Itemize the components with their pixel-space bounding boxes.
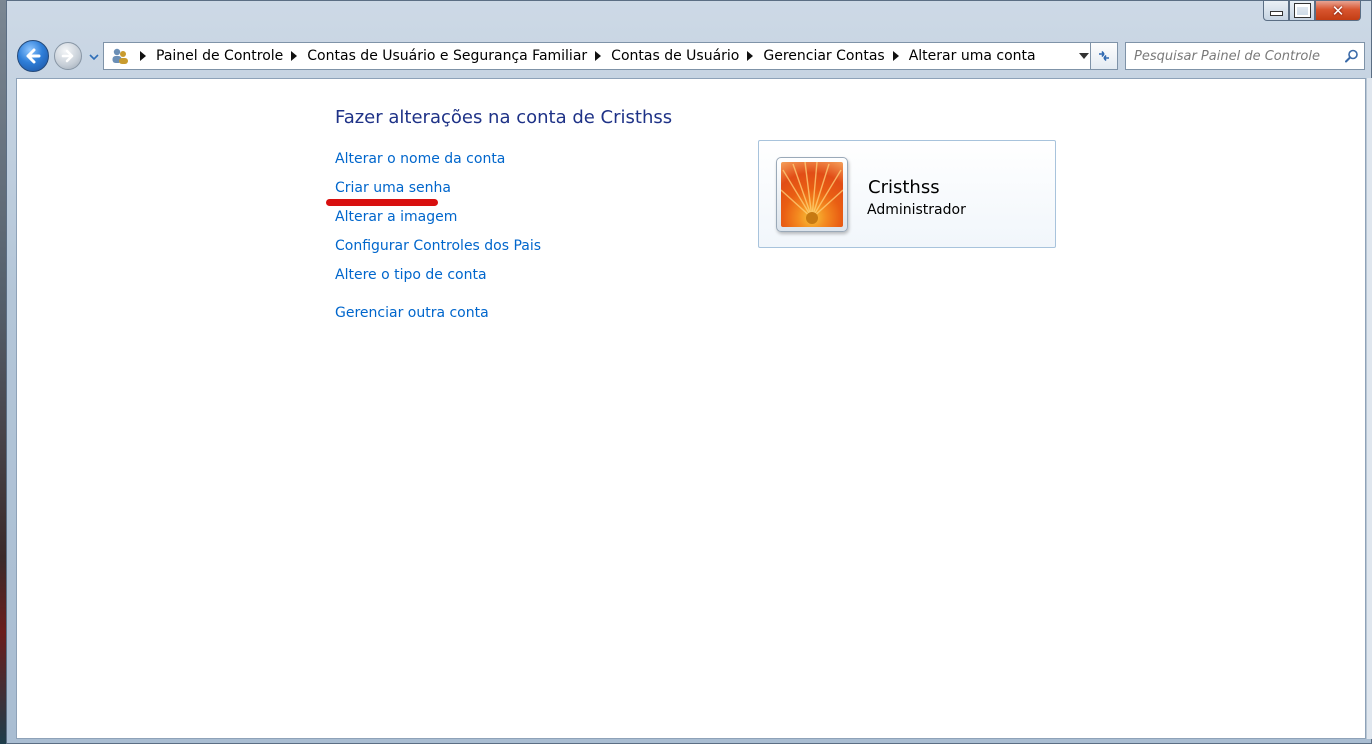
search-icon[interactable] bbox=[1340, 49, 1364, 63]
search-input[interactable] bbox=[1126, 47, 1340, 65]
page-title: Fazer alterações na conta de Cristhss bbox=[335, 107, 673, 128]
navigation-buttons bbox=[17, 40, 107, 72]
right-edge-strip bbox=[1366, 78, 1372, 739]
link-change-account-type[interactable]: Altere o tipo de conta bbox=[335, 265, 541, 294]
account-name: Cristhss bbox=[868, 177, 940, 198]
chevron-down-icon bbox=[1079, 53, 1089, 59]
red-underline-annotation bbox=[326, 199, 438, 206]
users-folder-icon bbox=[108, 44, 132, 68]
maximize-icon bbox=[1294, 4, 1310, 17]
breadcrumb-separator-icon[interactable] bbox=[289, 51, 299, 61]
breadcrumb-separator-icon[interactable] bbox=[745, 51, 755, 61]
breadcrumb: Painel de Controle Contas de Usuário e S… bbox=[132, 48, 1075, 64]
breadcrumb-separator-icon[interactable] bbox=[891, 51, 901, 61]
link-change-account-name[interactable]: Alterar o nome da conta bbox=[335, 149, 541, 178]
control-panel-window: ✕ Painel de Controle Contas de Usuário e… bbox=[6, 0, 1372, 744]
account-card: Cristhss Administrador bbox=[758, 140, 1056, 248]
refresh-button[interactable] bbox=[1090, 42, 1118, 70]
close-button[interactable]: ✕ bbox=[1315, 1, 1361, 21]
chevron-down-icon bbox=[89, 54, 99, 61]
maximize-button[interactable] bbox=[1289, 1, 1315, 21]
minimize-button[interactable] bbox=[1263, 1, 1289, 21]
flower-picture-icon bbox=[781, 162, 843, 227]
back-arrow-icon bbox=[26, 48, 41, 64]
caption-buttons: ✕ bbox=[1263, 1, 1361, 23]
close-icon: ✕ bbox=[1331, 1, 1345, 20]
link-parental-controls[interactable]: Configurar Controles dos Pais bbox=[335, 236, 541, 265]
link-change-picture[interactable]: Alterar a imagem bbox=[335, 207, 541, 236]
breadcrumb-item-alterar-conta[interactable]: Alterar uma conta bbox=[909, 48, 1036, 64]
breadcrumb-item-gerenciar-contas[interactable]: Gerenciar Contas bbox=[763, 48, 884, 64]
breadcrumb-item-contas-seguranca[interactable]: Contas de Usuário e Segurança Familiar bbox=[307, 48, 587, 64]
forward-button[interactable] bbox=[54, 42, 82, 70]
link-manage-another-account[interactable]: Gerenciar outra conta bbox=[335, 303, 541, 332]
breadcrumb-item-painel[interactable]: Painel de Controle bbox=[156, 48, 283, 64]
breadcrumb-separator-icon[interactable] bbox=[138, 51, 148, 61]
breadcrumb-separator-icon[interactable] bbox=[593, 51, 603, 61]
breadcrumb-item-contas-usuario[interactable]: Contas de Usuário bbox=[611, 48, 739, 64]
address-bar[interactable]: Painel de Controle Contas de Usuário e S… bbox=[103, 42, 1094, 70]
search-box bbox=[1125, 42, 1365, 70]
back-button[interactable] bbox=[17, 40, 49, 72]
forward-arrow-icon bbox=[61, 49, 74, 63]
avatar bbox=[776, 157, 848, 232]
minimize-icon bbox=[1269, 11, 1283, 16]
recent-pages-button[interactable] bbox=[87, 50, 101, 64]
account-type: Administrador bbox=[867, 202, 966, 218]
refresh-icon bbox=[1099, 51, 1109, 61]
main-content: Fazer alterações na conta de Cristhss Al… bbox=[16, 78, 1366, 739]
task-list: Alterar o nome da conta Criar uma senha … bbox=[335, 149, 541, 332]
